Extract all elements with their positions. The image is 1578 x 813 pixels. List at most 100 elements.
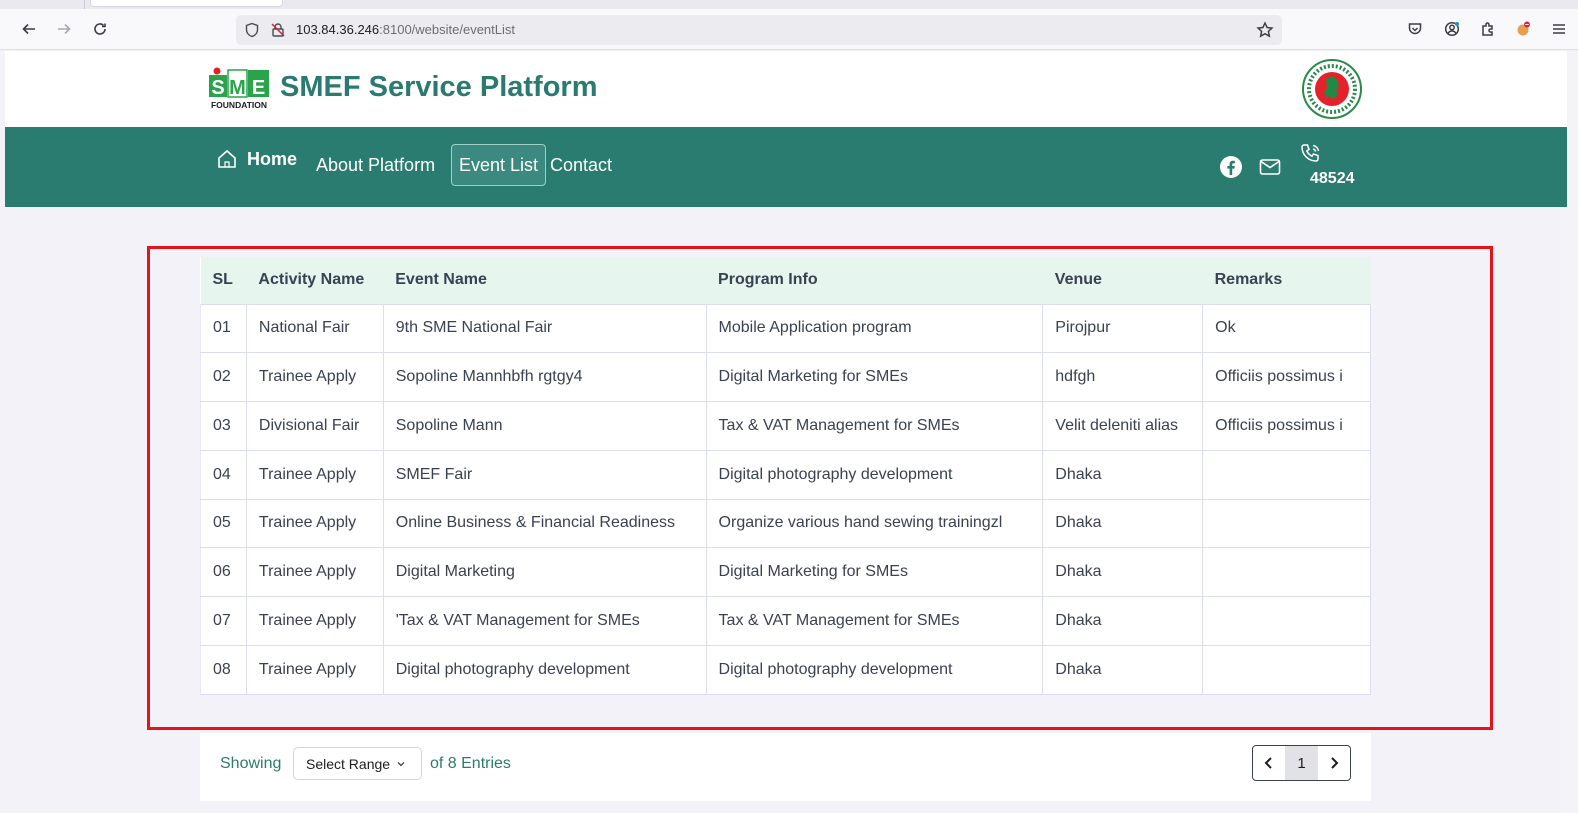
header-sl: SL [200,257,247,304]
table-row[interactable]: 02 Trainee Apply Sopoline Mannhbfh rgtgy… [200,352,1371,402]
cell-sl: 07 [200,596,247,646]
browser-tab[interactable] [90,0,283,7]
pocket-icon[interactable] [1403,17,1427,41]
cell-remarks [1202,498,1371,549]
table-row[interactable]: 03 Divisional Fair Sopoline Mann Tax & V… [200,401,1371,451]
nav-event-list[interactable]: Event List [451,144,547,186]
cell-venue: Dhaka [1042,449,1204,500]
header-remarks: Remarks [1202,257,1371,304]
chevron-right-icon [1331,757,1339,769]
government-seal-icon [1302,59,1362,119]
cell-remarks [1202,547,1371,597]
table-row[interactable]: 07 Trainee Apply 'Tax & VAT Management f… [200,596,1371,646]
cell-sl: 01 [200,303,247,354]
table-row[interactable]: 05 Trainee Apply Online Business & Finan… [200,498,1371,549]
page-scrollbar[interactable] [1567,51,1578,813]
site-title[interactable]: SMEF Service Platform [280,71,598,104]
cell-event-name: SMEF Fair [382,449,707,500]
cell-activity-name: National Fair [245,303,384,354]
cell-program-info: Tax & VAT Management for SMEs [705,401,1044,451]
header-venue: Venue [1042,257,1203,304]
cell-activity-name: Trainee Apply [245,644,384,695]
cell-event-name: Digital photography development [382,644,707,695]
shield-icon[interactable] [244,22,260,38]
showing-label: Showing [220,755,282,772]
account-icon[interactable] [1440,17,1464,41]
menu-icon[interactable] [1547,17,1571,41]
cell-venue: Dhaka [1042,596,1204,646]
table-row[interactable]: 08 Trainee Apply Digital photography dev… [200,644,1371,695]
table-row[interactable]: 01 National Fair 9th SME National Fair M… [200,303,1371,354]
logo-letter-e: E [252,77,265,99]
cell-event-name: Online Business & Financial Readiness [382,498,707,549]
cell-program-info: Digital photography development [705,449,1044,500]
main-navbar: Home About Platform Event List Contact 4… [5,127,1567,207]
event-table-card: SL Activity Name Event Name Program Info… [200,257,1371,695]
cell-activity-name: Trainee Apply [245,449,384,500]
nav-about-platform[interactable]: About Platform [308,144,443,186]
cell-venue: Dhaka [1042,498,1204,549]
range-select[interactable]: Select Range [293,747,422,780]
header-event-name: Event Name [383,257,707,304]
cell-activity-name: Trainee Apply [245,596,384,646]
cell-venue: Dhaka [1042,644,1204,695]
nav-contact[interactable]: Contact [542,144,620,186]
header-program-info: Program Info [706,257,1043,304]
cell-event-name: 'Tax & VAT Management for SMEs [382,596,707,646]
cell-program-info: Digital Marketing for SMEs [705,352,1044,402]
prev-page-button[interactable] [1253,746,1285,780]
cell-sl: 05 [200,498,247,549]
cell-activity-name: Trainee Apply [245,352,384,402]
page: S M E FOUNDATION SMEF Service Platform H… [5,51,1567,813]
cell-remarks: Ok [1202,303,1371,354]
browser-tab-strip [0,0,1578,9]
chevron-left-icon [1264,757,1272,769]
cell-venue: Velit deleniti alias [1042,401,1204,451]
cell-venue: hdfgh [1042,352,1204,402]
back-icon[interactable] [17,17,41,41]
table-row[interactable]: 06 Trainee Apply Digital Marketing Digit… [200,547,1371,597]
reload-icon[interactable] [88,17,112,41]
phone-number[interactable]: 48524 [1310,170,1355,188]
table-header-row: SL Activity Name Event Name Program Info… [200,257,1371,304]
star-icon[interactable] [1256,21,1274,39]
facebook-icon[interactable] [1219,155,1243,179]
cell-program-info: Tax & VAT Management for SMEs [705,596,1044,646]
table-footer: Showing Select Range of 8 Entries 1 [200,733,1371,801]
page-1-button[interactable]: 1 [1285,746,1318,780]
phone-icon[interactable] [1299,142,1323,166]
fox-icon[interactable] [1511,17,1535,41]
lock-slash-icon[interactable] [270,22,286,38]
mail-icon[interactable] [1258,155,1282,179]
cell-activity-name: Trainee Apply [245,547,384,597]
nav-home[interactable]: Home [215,147,297,171]
cell-sl: 06 [200,547,247,597]
forward-icon[interactable] [52,17,76,41]
cell-sl: 02 [200,352,247,402]
address-bar[interactable]: 103.84.36.246:8100/website/eventList [236,15,1282,45]
cell-sl: 04 [200,449,247,500]
logo-sub: FOUNDATION [211,100,267,110]
logo-letter-s: S [211,77,224,99]
next-page-button[interactable] [1318,746,1350,780]
range-select-value: Select Range [306,755,391,772]
cell-remarks [1202,596,1371,646]
table-row[interactable]: 04 Trainee Apply SMEF Fair Digital photo… [200,449,1371,500]
cell-sl: 03 [200,401,247,451]
cell-program-info: Organize various hand sewing trainingzl [705,498,1044,549]
logo-letter-m: M [229,77,246,99]
cell-remarks: Officiis possimus i [1202,352,1371,402]
cell-activity-name: Divisional Fair [245,401,384,451]
cell-event-name: 9th SME National Fair [382,303,707,354]
cell-remarks [1202,449,1371,500]
entries-count-label: of 8 Entries [430,755,511,772]
sme-foundation-logo[interactable]: S M E FOUNDATION [208,67,270,111]
cell-sl: 08 [200,644,247,695]
home-icon [218,149,236,168]
cell-activity-name: Trainee Apply [245,498,384,549]
header-activity-name: Activity Name [246,257,384,304]
browser-toolbar: 103.84.36.246:8100/website/eventList [0,9,1578,50]
pagination: 1 [1252,745,1351,781]
cell-program-info: Mobile Application program [705,303,1044,354]
extensions-icon[interactable] [1476,17,1500,41]
